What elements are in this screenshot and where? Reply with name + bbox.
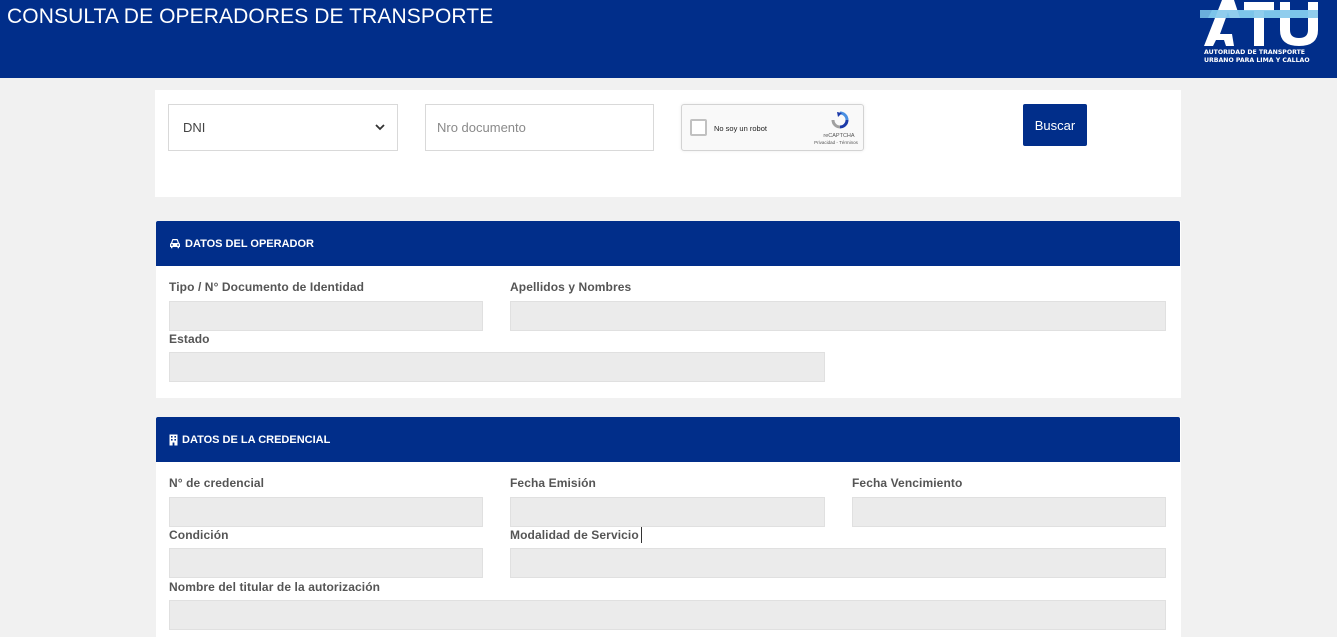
page-title: CONSULTA DE OPERADORES DE TRANSPORTE — [7, 5, 494, 28]
field-titular — [169, 600, 1166, 630]
chevron-down-icon — [375, 124, 385, 131]
field-apellidos-nombres — [510, 301, 1166, 331]
operator-panel-title: DATOS DEL OPERADOR — [185, 237, 314, 250]
field-condicion — [169, 548, 483, 578]
field-modalidad — [510, 548, 1166, 578]
label-condicion: Condición — [169, 528, 229, 542]
recaptcha-label: No soy un robot — [714, 124, 767, 133]
operator-panel: DATOS DEL OPERADOR Tipo / N° Documento d… — [156, 221, 1181, 398]
recaptcha-widget: No soy un robot reCAPTCHA Privacidad - T… — [681, 104, 864, 151]
document-type-select[interactable]: DNI — [168, 104, 398, 151]
car-icon — [170, 239, 180, 249]
building-icon — [169, 434, 178, 445]
app-header: CONSULTA DE OPERADORES DE TRANSPORTE AUT… — [0, 0, 1337, 78]
label-modalidad: Modalidad de Servicio — [510, 528, 639, 542]
field-nro-credencial — [169, 497, 483, 527]
label-nro-credencial: N° de credencial — [169, 476, 265, 490]
logo-subtitle: AUTORIDAD DE TRANSPORTE URBANO PARA LIMA… — [1204, 49, 1310, 65]
credential-panel-header: DATOS DE LA CREDENCIAL — [156, 417, 1180, 462]
label-apellidos-nombres: Apellidos y Nombres — [510, 280, 632, 294]
recaptcha-checkbox[interactable] — [690, 119, 707, 136]
logo-line-2: URBANO PARA LIMA Y CALLAO — [1204, 57, 1310, 64]
search-button[interactable]: Buscar — [1023, 104, 1087, 146]
credential-panel-title: DATOS DE LA CREDENCIAL — [182, 433, 331, 446]
document-type-value: DNI — [183, 120, 206, 135]
label-fecha-vencimiento: Fecha Vencimiento — [852, 476, 963, 490]
atu-logo-mark — [1200, 0, 1318, 46]
label-tipo-documento: Tipo / N° Documento de Identidad — [169, 280, 365, 294]
operator-panel-header: DATOS DEL OPERADOR — [156, 221, 1180, 266]
atu-logo: AUTORIDAD DE TRANSPORTE URBANO PARA LIMA… — [1200, 0, 1324, 72]
field-fecha-vencimiento — [852, 497, 1166, 527]
recaptcha-icon — [831, 111, 849, 129]
text-cursor — [641, 527, 642, 543]
recaptcha-links[interactable]: Privacidad - Términos — [804, 140, 868, 145]
field-fecha-emision — [510, 497, 825, 527]
credential-panel: DATOS DE LA CREDENCIAL N° de credencial … — [156, 417, 1181, 637]
field-tipo-documento — [169, 301, 483, 331]
label-titular: Nombre del titular de la autorización — [169, 580, 381, 594]
document-number-placeholder: Nro documento — [437, 120, 526, 135]
document-number-input[interactable]: Nro documento — [425, 104, 654, 151]
search-card: DNI Nro documento No soy un robot reCAPT… — [155, 90, 1181, 197]
label-fecha-emision: Fecha Emisión — [510, 476, 596, 490]
recaptcha-brand: reCAPTCHA — [823, 133, 855, 139]
label-estado: Estado — [169, 332, 210, 346]
logo-line-1: AUTORIDAD DE TRANSPORTE — [1204, 49, 1306, 56]
field-estado — [169, 352, 825, 382]
